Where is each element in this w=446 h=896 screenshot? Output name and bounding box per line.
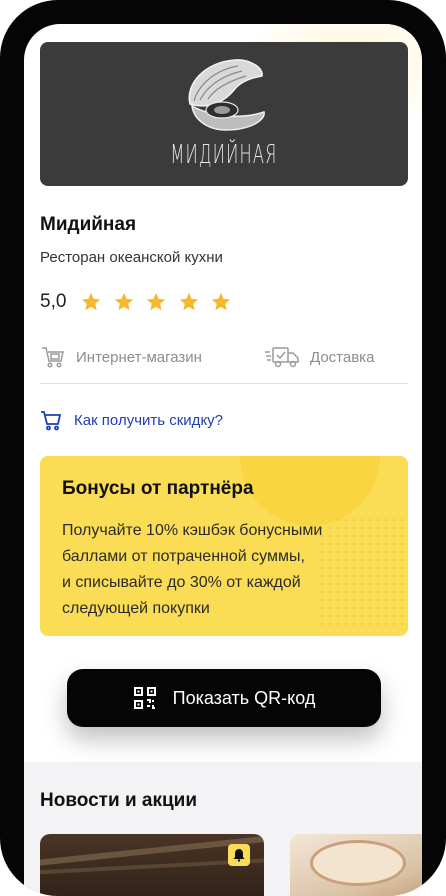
partner-bonus-card: Бонусы от партнёра Получайте 10% кэшбэк … (40, 456, 408, 636)
show-qr-code-label: Показать QR-код (172, 687, 316, 708)
bonus-title: Бонусы от партнёра (62, 478, 254, 499)
store-logo-text: МИДИЙНАЯ (170, 140, 278, 170)
qr-code-icon (133, 687, 156, 709)
shopping-cart-icon (42, 347, 64, 368)
store-description: Ресторан океанской кухни (40, 249, 223, 266)
discount-link-label: Как получить скидку? (74, 411, 224, 429)
app-screen: МИДИЙНАЯ Мидийная Ресторан океанской кух… (24, 24, 422, 896)
news-section-title: Новости и акции (40, 790, 198, 811)
news-badge (228, 844, 250, 866)
news-card[interactable] (290, 834, 422, 896)
rating-value: 5,0 (40, 291, 67, 312)
delivery-label: Доставка (310, 348, 375, 366)
delivery-tag: Доставка (264, 342, 374, 372)
news-image (310, 840, 406, 886)
bell-icon (233, 849, 245, 862)
discount-link[interactable]: Как получить скидку? (40, 408, 223, 432)
star-icon (114, 292, 134, 311)
cart-icon (41, 411, 62, 431)
phone-frame: МИДИЙНАЯ Мидийная Ресторан океанской кух… (0, 0, 446, 896)
bonus-description: Получайте 10% кэшбэк бонусными баллами о… (62, 522, 323, 617)
star-icon (179, 292, 199, 311)
news-section: Новости и акции (24, 762, 422, 896)
star-icon (212, 292, 231, 311)
show-qr-code-button[interactable]: Показать QR-код (67, 669, 381, 727)
rating-row: 5,0 (40, 290, 243, 314)
delivery-truck-icon (265, 347, 299, 368)
mussel-logo-icon (188, 59, 265, 131)
online-shop-label: Интернет-магазин (76, 348, 202, 366)
store-banner: МИДИЙНАЯ (40, 42, 408, 186)
star-icon (82, 292, 101, 311)
news-card[interactable] (40, 834, 264, 896)
star-icon (147, 292, 166, 311)
online-shop-tag: Интернет-магазин (40, 342, 202, 372)
section-divider (40, 383, 408, 384)
store-name: Мидийная (40, 214, 137, 235)
